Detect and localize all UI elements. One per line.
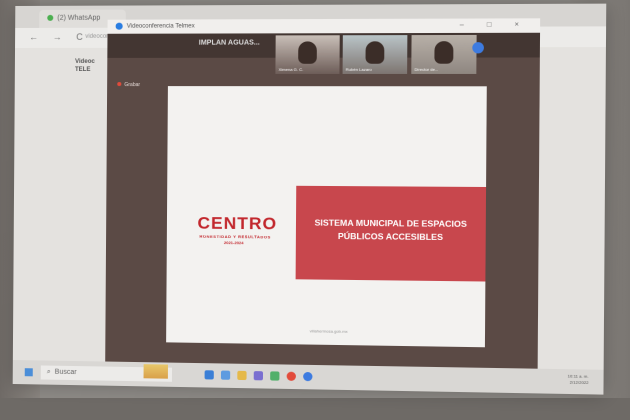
record-dot-icon xyxy=(117,82,122,87)
file-explorer-icon[interactable] xyxy=(237,370,247,381)
vc-titlebar: Videoconferencia Telmex – □ × xyxy=(107,18,541,34)
participant-name: Ximena G. C. xyxy=(278,66,304,72)
participant-avatar xyxy=(434,41,454,64)
participant-name: Director de... xyxy=(414,66,439,72)
nav-buttons[interactable]: ← → C xyxy=(29,32,89,42)
taskbar-photo-thumbnail[interactable] xyxy=(143,364,168,379)
telmex-taskbar-icon[interactable] xyxy=(303,371,313,382)
clock-date: 2/12/2022 xyxy=(569,379,589,386)
participant-name: Rubén Lazaro xyxy=(345,66,372,72)
participant-tile[interactable]: Rubén Lazaro xyxy=(342,35,408,74)
more-participants-button[interactable] xyxy=(472,42,484,54)
telmex-logo-icon xyxy=(115,22,123,30)
recording-label: Grabar xyxy=(124,82,141,89)
shared-slide: CENTRO HONESTIDAD Y RESULTADOS 2021-2024… xyxy=(166,86,487,348)
whatsapp-taskbar-icon[interactable] xyxy=(270,371,280,381)
vc-window-title: Videoconferencia Telmex xyxy=(126,23,195,30)
participant-avatar xyxy=(365,41,385,64)
background-page-text: Videoc TELE xyxy=(75,58,95,74)
participant-avatar xyxy=(298,41,317,64)
background-page-line1: Videoc xyxy=(75,58,95,65)
system-clock[interactable]: 10:11 a. m. 2/12/2022 xyxy=(568,373,589,386)
slide-footer-url: villahermosa.gob.mx xyxy=(309,328,348,334)
search-label: Buscar xyxy=(54,368,77,377)
slide-title: SISTEMA MUNICIPAL DE ESPACIOS PÚBLICOS A… xyxy=(314,217,467,243)
meeting-name: IMPLAN AGUAS... xyxy=(198,39,260,47)
windows-start-icon[interactable] xyxy=(24,368,33,377)
tab-title: (2) WhatsApp xyxy=(57,14,101,22)
projection-screen: (2) WhatsApp ← → C videoconferencia telm… xyxy=(12,3,607,395)
slide-title-box: SISTEMA MUNICIPAL DE ESPACIOS PÚBLICOS A… xyxy=(295,185,487,282)
store-icon[interactable] xyxy=(253,371,264,381)
centro-logo-text: CENTRO xyxy=(197,213,278,234)
centro-logo-years: 2021-2024 xyxy=(223,239,244,246)
window-controls[interactable]: – □ × xyxy=(460,18,530,33)
edge-icon[interactable] xyxy=(204,370,214,380)
recording-indicator[interactable]: Grabar xyxy=(117,82,140,88)
videoconference-window: Videoconferencia Telmex – □ × IMPLAN AGU… xyxy=(105,18,541,369)
centro-logo-subtitle: HONESTIDAD Y RESULTADOS xyxy=(199,233,271,240)
whatsapp-icon xyxy=(47,15,54,22)
participant-tile[interactable]: Director de... xyxy=(411,34,477,74)
wall-bottom xyxy=(0,398,630,420)
chrome-icon[interactable] xyxy=(286,371,296,381)
background-page-line2: TELE xyxy=(74,66,91,73)
search-icon: ⌕ xyxy=(46,368,51,376)
participant-tile[interactable]: Ximena G. C. xyxy=(275,35,340,74)
mail-icon[interactable] xyxy=(220,370,231,380)
